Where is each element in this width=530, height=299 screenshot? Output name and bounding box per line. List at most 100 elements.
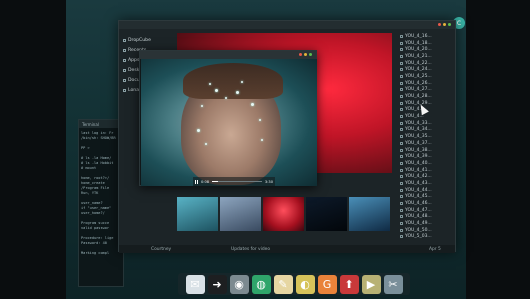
seek-bar[interactable] bbox=[212, 181, 262, 182]
list-item[interactable]: YOU_4_27... bbox=[400, 87, 454, 94]
cloud-icon bbox=[123, 38, 126, 42]
screen-bezel-right bbox=[466, 0, 530, 299]
file-name: YOU_4_21... bbox=[405, 53, 432, 59]
file-name: YOU_4_46... bbox=[405, 201, 432, 207]
list-item[interactable]: YOU_4_42... bbox=[400, 173, 454, 180]
list-item[interactable]: YOU_4_22... bbox=[400, 60, 454, 67]
list-item[interactable]: YOU_4_25... bbox=[400, 73, 454, 80]
video-player-window[interactable]: 0:08 3:30 bbox=[139, 50, 317, 186]
camera-icon[interactable]: ◉ bbox=[229, 274, 249, 294]
list-item[interactable]: YOU_4_21... bbox=[400, 53, 454, 60]
file-name: YOU_4_34... bbox=[405, 127, 432, 133]
gem bbox=[225, 97, 227, 99]
list-item[interactable]: YOU_4_49... bbox=[400, 220, 454, 227]
list-item[interactable]: YOU_5_03... bbox=[400, 234, 454, 241]
list-item[interactable]: YOU_4_18... bbox=[400, 40, 454, 47]
maximize-dot[interactable] bbox=[448, 23, 451, 26]
list-item[interactable]: YOU_4_44... bbox=[400, 187, 454, 194]
list-item[interactable]: YOU_4_50... bbox=[400, 227, 454, 234]
file-icon bbox=[400, 95, 403, 99]
gem bbox=[197, 129, 200, 132]
file-icon bbox=[400, 188, 403, 192]
g-app-icon[interactable]: G bbox=[317, 274, 337, 294]
list-item[interactable]: YOU_4_48... bbox=[400, 214, 454, 221]
thumbnail-2[interactable] bbox=[220, 197, 261, 231]
file-name: YOU_4_38... bbox=[405, 147, 432, 153]
status-right: Apr 5 bbox=[429, 246, 441, 252]
map-pin-icon[interactable]: ⬆ bbox=[339, 274, 359, 294]
globe-icon[interactable]: ◍ bbox=[251, 274, 271, 294]
list-item[interactable]: YOU_4_37... bbox=[400, 140, 454, 147]
close-dot[interactable] bbox=[299, 53, 302, 56]
file-icon bbox=[400, 68, 403, 72]
player-titlebar[interactable] bbox=[140, 51, 316, 59]
notes-icon[interactable]: ✎ bbox=[273, 274, 293, 294]
list-item[interactable]: YOU_4_43... bbox=[400, 180, 454, 187]
file-icon bbox=[400, 121, 403, 125]
file-name: YOU_4_48... bbox=[405, 214, 432, 220]
sidebar-item-label: Apps bbox=[128, 57, 140, 63]
minimize-dot[interactable] bbox=[443, 23, 446, 26]
list-item[interactable]: YOU_4_38... bbox=[400, 147, 454, 154]
list-item[interactable]: YOU_4_41... bbox=[400, 167, 454, 174]
film-icon[interactable]: ▶ bbox=[361, 274, 381, 294]
terminal-line: Marking compl bbox=[81, 251, 110, 255]
list-item[interactable]: YOU_4_26... bbox=[400, 80, 454, 87]
list-item[interactable]: YOU_4_40... bbox=[400, 160, 454, 167]
list-item[interactable]: YOU_4_33... bbox=[400, 120, 454, 127]
thumbnail-5[interactable] bbox=[349, 197, 390, 231]
file-name: YOU_4_49... bbox=[405, 221, 432, 227]
file-name: YOU_4_22... bbox=[405, 60, 432, 66]
file-manager-titlebar[interactable] bbox=[119, 21, 455, 29]
list-item[interactable]: YOU_4_39... bbox=[400, 153, 454, 160]
file-icon bbox=[400, 61, 403, 65]
terminal-title: Terminal bbox=[79, 120, 123, 128]
file-icon bbox=[400, 88, 403, 92]
file-name: YOU_4_47... bbox=[405, 207, 432, 213]
minimize-dot[interactable] bbox=[304, 53, 307, 56]
tools-icon[interactable]: ✂ bbox=[383, 274, 403, 294]
file-name: YOU_4_24... bbox=[405, 67, 432, 73]
list-item[interactable]: YOU_4_20... bbox=[400, 46, 454, 53]
file-icon bbox=[400, 74, 403, 78]
file-name: YOU_4_50... bbox=[405, 227, 432, 233]
thumbnail-3[interactable] bbox=[263, 197, 304, 231]
list-item[interactable]: YOU_4_45... bbox=[400, 194, 454, 201]
close-dot[interactable] bbox=[438, 23, 441, 26]
list-item[interactable]: YOU_4_47... bbox=[400, 207, 454, 214]
list-item[interactable]: YOU_4_24... bbox=[400, 66, 454, 73]
mail-icon[interactable]: ✉ bbox=[185, 274, 205, 294]
file-name: YOU_4_40... bbox=[405, 160, 432, 166]
file-icon bbox=[400, 128, 403, 132]
time-total: 3:30 bbox=[264, 179, 273, 184]
list-item[interactable]: YOU_4_46... bbox=[400, 200, 454, 207]
terminal-icon[interactable]: ➜ bbox=[207, 274, 227, 294]
list-item[interactable]: YOU_4_28... bbox=[400, 93, 454, 100]
file-icon bbox=[400, 181, 403, 185]
gem bbox=[209, 83, 211, 85]
maximize-dot[interactable] bbox=[309, 53, 312, 56]
sidebar-item-label: Desk bbox=[128, 67, 140, 73]
list-item[interactable]: YOU_4_34... bbox=[400, 127, 454, 134]
file-icon bbox=[400, 161, 403, 165]
file-icon bbox=[400, 228, 403, 232]
thumbnail-strip bbox=[177, 197, 392, 233]
pause-icon[interactable] bbox=[195, 179, 198, 184]
file-icon bbox=[400, 108, 403, 112]
screen-bezel-left bbox=[0, 0, 66, 299]
terminal-line: /bin/sh: SHOW/BR bbox=[81, 136, 116, 140]
thumbnail-4[interactable] bbox=[306, 197, 347, 231]
list-item[interactable]: YOU_4_35... bbox=[400, 133, 454, 140]
list-item[interactable]: YOU_4... bbox=[400, 113, 454, 120]
audio-icon[interactable]: ◐ bbox=[295, 274, 315, 294]
gem bbox=[261, 139, 263, 141]
list-item[interactable]: YOU_4_29... bbox=[400, 100, 454, 107]
list-item[interactable]: YOU_4_16... bbox=[400, 33, 454, 40]
file-icon bbox=[400, 81, 403, 85]
video-frame[interactable]: 0:08 3:30 bbox=[141, 59, 317, 186]
sidebar-item-dropcube[interactable]: DropCube bbox=[123, 35, 175, 45]
file-icon bbox=[400, 148, 403, 152]
gem bbox=[201, 105, 203, 107]
file-name: YOU_4_18... bbox=[405, 40, 432, 46]
thumbnail-1[interactable] bbox=[177, 197, 218, 231]
